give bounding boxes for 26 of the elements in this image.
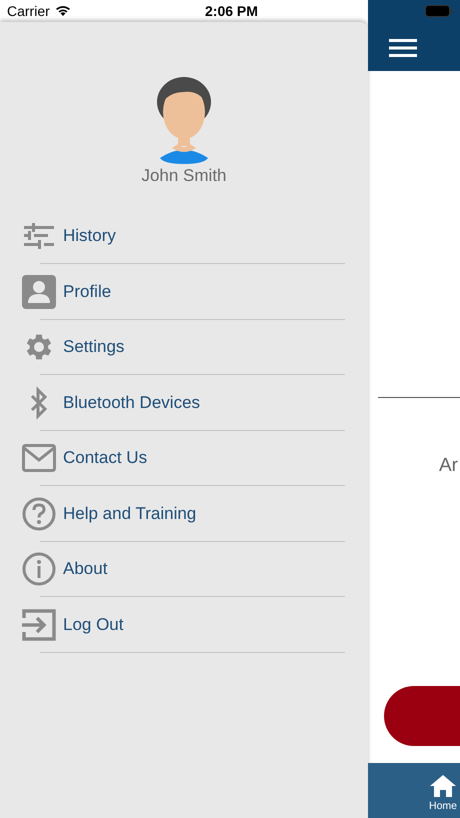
- menu-item[interactable]: Help and Training: [63, 502, 196, 524]
- menu-item[interactable]: Profile: [63, 280, 112, 302]
- mail-icon: [22, 444, 56, 472]
- wifi-icon: [54, 5, 71, 17]
- user-name: John Smith: [141, 165, 227, 187]
- bluetooth-icon: [29, 386, 49, 420]
- home-tab[interactable]: Home: [428, 775, 457, 813]
- menu-item[interactable]: History: [63, 225, 116, 247]
- menu-item[interactable]: Contact Us: [63, 447, 148, 469]
- carrier-label: Carrier: [7, 2, 50, 20]
- menu-item[interactable]: Log Out: [63, 614, 124, 636]
- action-button[interactable]: [384, 686, 460, 746]
- help-icon: [22, 496, 56, 530]
- profile-icon: [22, 274, 56, 308]
- menu-item[interactable]: About: [63, 558, 108, 580]
- sliders-icon: [24, 223, 54, 249]
- content-text: Ar: [439, 454, 459, 478]
- status-time: 2:06 PM: [205, 2, 258, 20]
- menu-item[interactable]: Bluetooth Devices: [63, 392, 200, 414]
- menu-item[interactable]: Settings: [63, 336, 124, 358]
- menu-icon[interactable]: [389, 39, 417, 57]
- battery-icon: [425, 5, 453, 17]
- info-icon: [22, 552, 56, 586]
- logout-icon: [22, 608, 56, 642]
- home-icon: [430, 775, 456, 797]
- avatar-icon: [156, 74, 212, 164]
